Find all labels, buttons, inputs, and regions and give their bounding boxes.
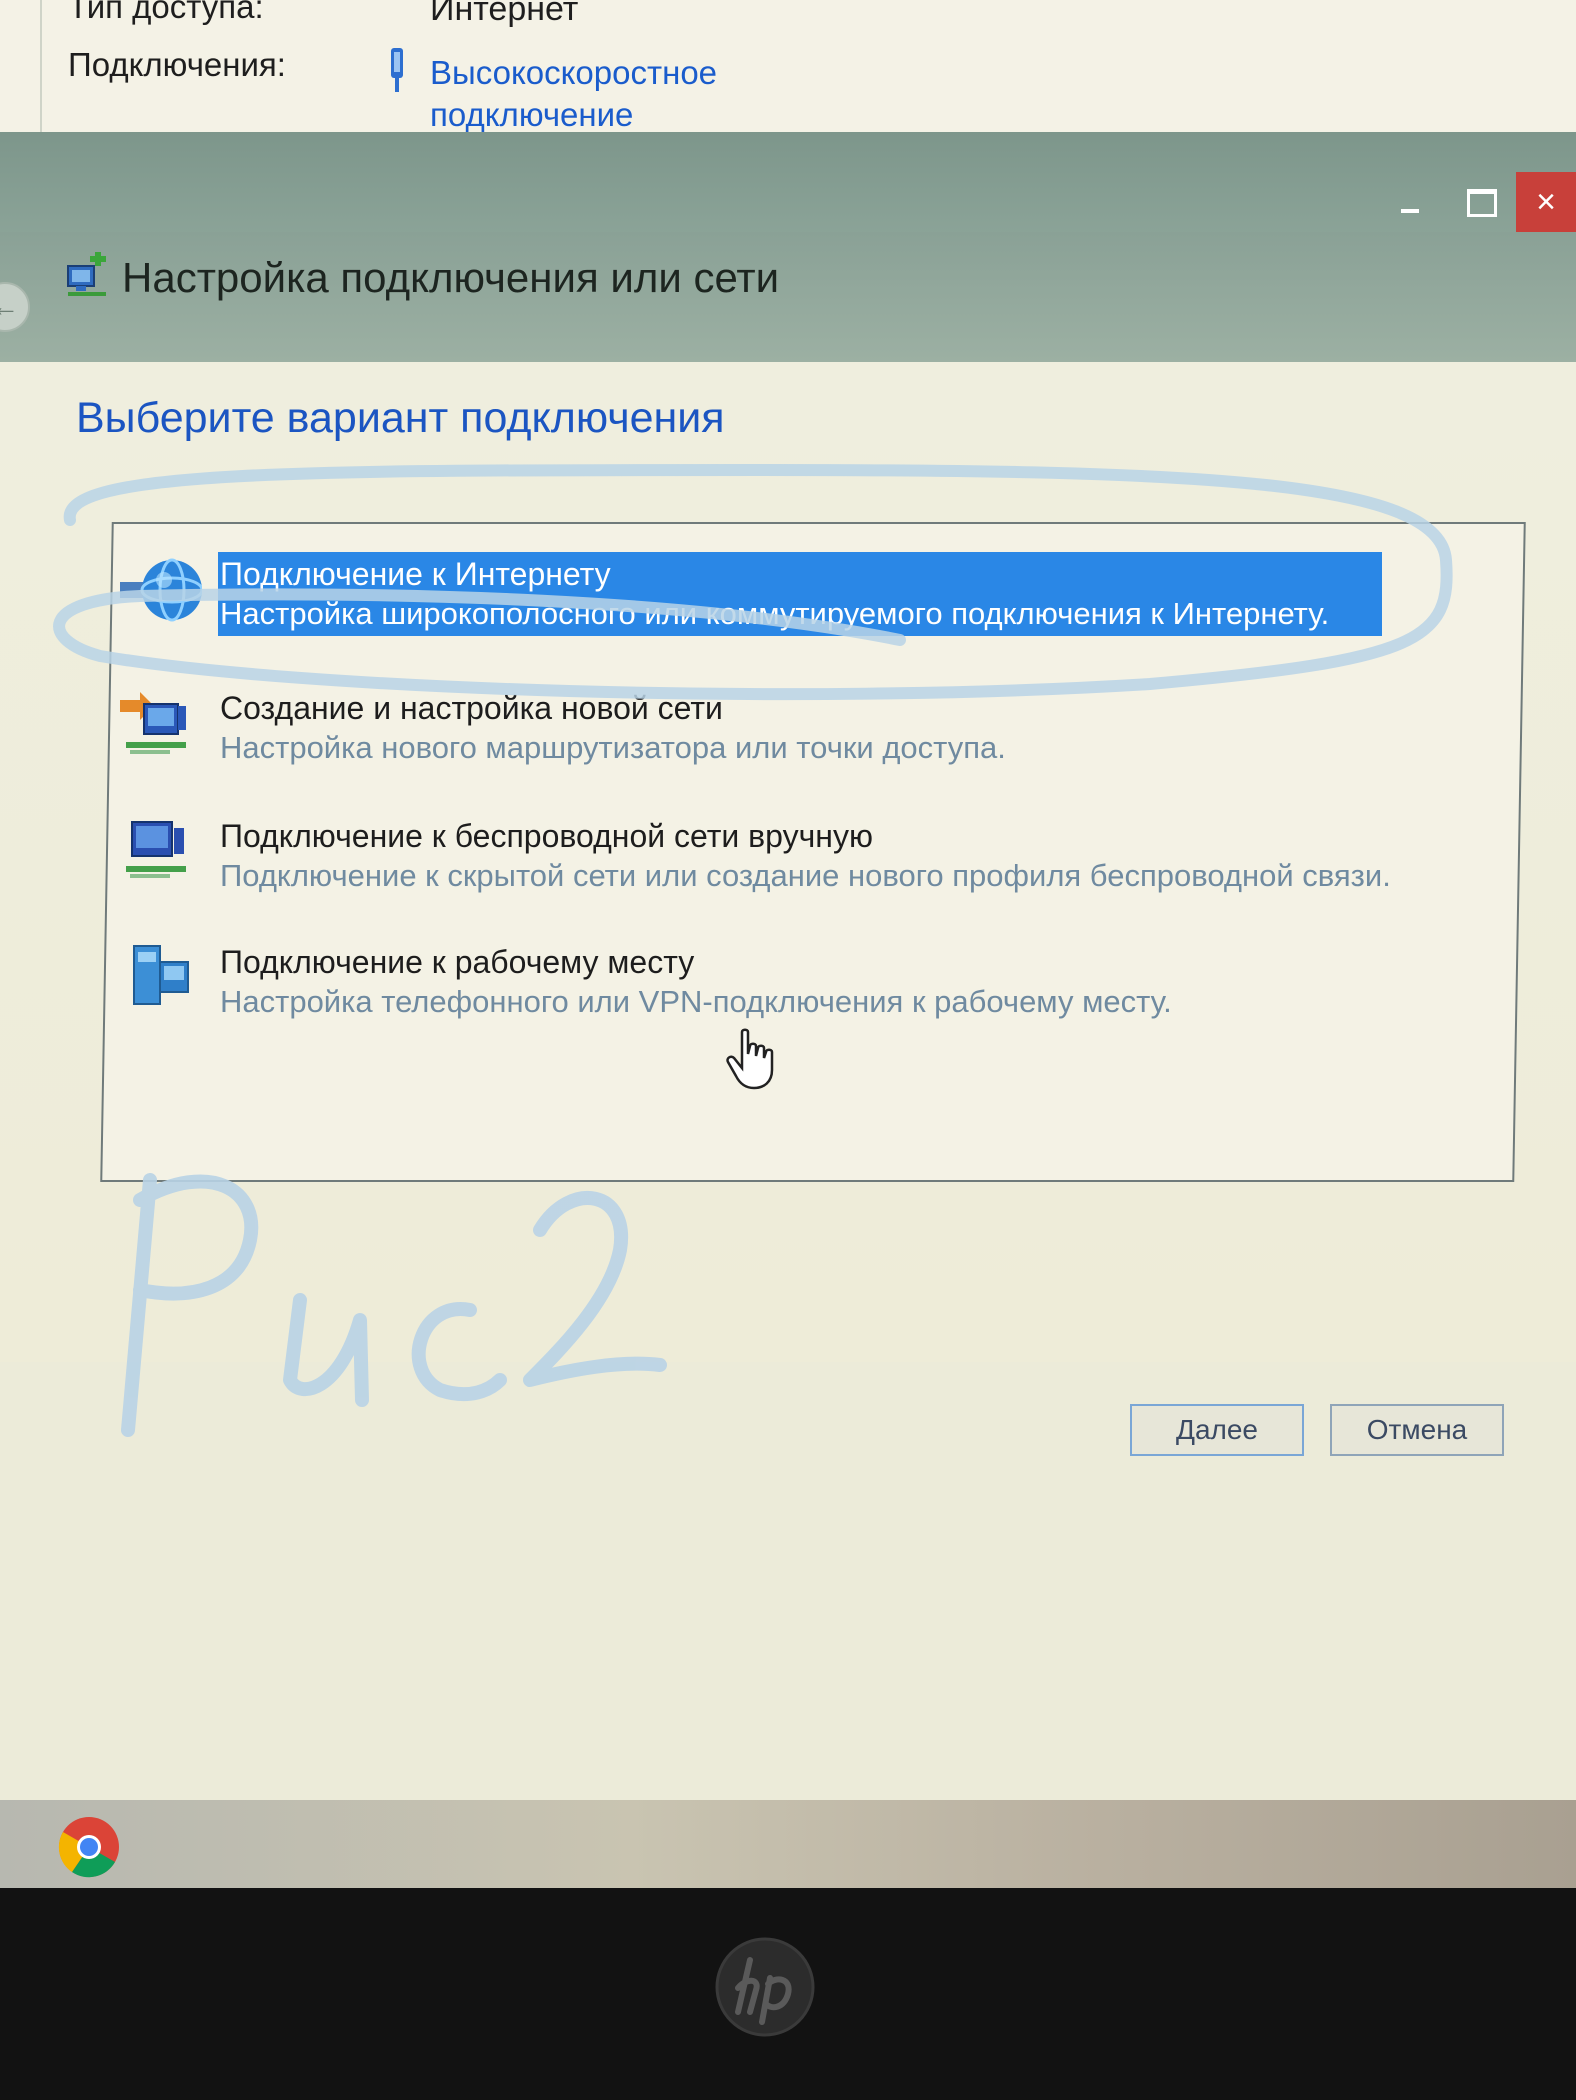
- option-description: Настройка нового маршрутизатора или точк…: [220, 730, 1006, 765]
- option-description: Подключение к скрытой сети или создание …: [220, 858, 1391, 893]
- option-description: Настройка телефонного или VPN-подключени…: [220, 984, 1172, 1019]
- hp-logo-icon: [715, 1937, 815, 2037]
- taskbar: [0, 1800, 1576, 1890]
- option-title: Подключение к рабочему месту: [220, 944, 695, 980]
- option-workplace[interactable]: Подключение к рабочему месту Настройка т…: [120, 940, 1420, 1040]
- wireless-network-icon: [126, 821, 186, 878]
- close-button[interactable]: ×: [1516, 172, 1576, 232]
- maximize-button[interactable]: [1452, 180, 1512, 226]
- link-line-2: подключение: [430, 96, 634, 133]
- option-description: Настройка широкополосного или коммутируе…: [220, 596, 1330, 631]
- high-speed-connection-link[interactable]: Высокоскоростное подключение: [430, 52, 717, 136]
- window-divider: [40, 0, 42, 135]
- link-line-1: Высокоскоростное: [430, 54, 718, 91]
- dialog-title: Настройка подключения или сети: [122, 254, 780, 301]
- chrome-icon[interactable]: [54, 1812, 124, 1882]
- network-setup-icon: [67, 252, 106, 296]
- setup-connection-dialog: × ← Настройка подключения или сети Выбер…: [0, 132, 1576, 1456]
- background-window: Тип доступа: Интернет Подключения: Высок…: [0, 0, 1576, 135]
- back-arrow-icon: ←: [0, 291, 19, 322]
- option-title: Подключение к беспроводной сети вручную: [220, 818, 873, 854]
- new-network-icon: [120, 692, 186, 754]
- connection-plug-icon: [391, 48, 403, 92]
- minimize-button[interactable]: [1380, 180, 1440, 226]
- close-icon: ×: [1536, 182, 1556, 221]
- choose-option-heading: Выберите вариант подключения: [76, 394, 725, 442]
- globe-icon: [120, 558, 202, 622]
- cancel-button[interactable]: Отмена: [1330, 1404, 1504, 1456]
- next-button[interactable]: Далее: [1130, 1404, 1304, 1456]
- connections-label: Подключения:: [68, 46, 286, 83]
- option-title: Подключение к Интернету: [220, 556, 611, 592]
- workplace-icon: [133, 945, 189, 1005]
- option-title: Создание и настройка новой сети: [220, 690, 723, 726]
- access-type-label: Тип доступа:: [68, 0, 264, 25]
- option-new-network[interactable]: Создание и настройка новой сети Настройк…: [120, 686, 1420, 786]
- access-type-value: Интернет: [430, 0, 579, 28]
- hand-cursor-icon: [726, 1028, 774, 1090]
- option-internet-connection[interactable]: Подключение к Интернету Настройка широко…: [120, 552, 1420, 652]
- option-wireless-manual[interactable]: Подключение к беспроводной сети вручную …: [120, 814, 1420, 914]
